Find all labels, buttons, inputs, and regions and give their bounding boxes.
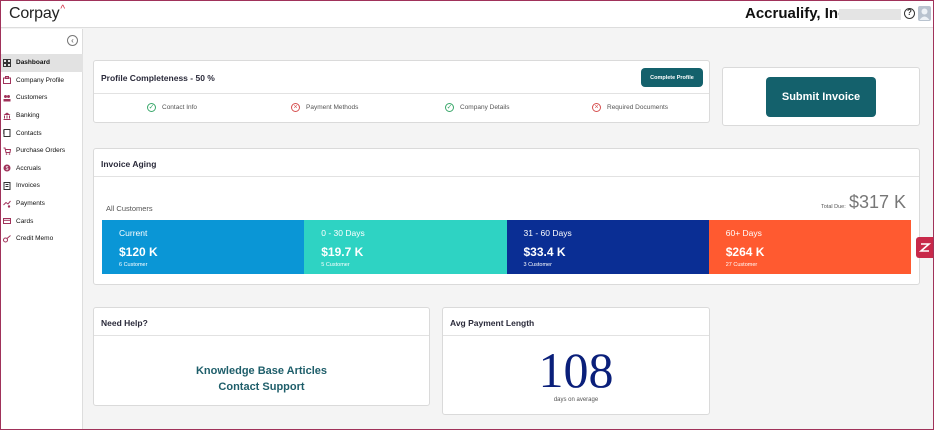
corpay-logo[interactable]: Corpay^ [9, 4, 65, 23]
aging-segment-count: 5 Customer [321, 262, 350, 268]
aging-segment-3[interactable]: 31 - 60 Days $33.4 K 3 Customer [506, 220, 709, 274]
sidebar-item-label: Dashboard [16, 59, 50, 67]
sidebar-item-purchase-orders[interactable]: Purchase Orders [1, 142, 83, 160]
sidebar-item-cards[interactable]: Cards [1, 212, 83, 230]
sidebar-item-invoices[interactable]: Invoices [1, 177, 83, 195]
top-header: Corpay^ Accrualify, Inc. ? [1, 1, 933, 28]
aging-segment-amount: $120 K [119, 245, 158, 259]
complete-profile-button[interactable]: Complete Profile [641, 68, 703, 87]
help-icon[interactable]: ? [904, 8, 915, 19]
sidebar-item-label: Payments [16, 200, 45, 208]
sidebar-item-label: Customers [16, 94, 48, 102]
help-divider [94, 335, 429, 336]
sidebar-item-company-profile[interactable]: Company Profile [1, 72, 83, 90]
aging-segment-1[interactable]: Current $120 K 6 Customer [102, 220, 305, 274]
customer-filter-label[interactable]: All Customers [106, 204, 153, 213]
avg-payment-caption: days on average [553, 397, 599, 403]
aging-segment-label: 60+ Days [725, 228, 762, 238]
check-circle-icon: ✓ [445, 103, 454, 112]
aging-segment-label: 0 - 30 Days [321, 228, 365, 238]
company-icon [3, 76, 11, 85]
sidebar-item-label: Invoices [16, 182, 40, 190]
x-circle-icon: × [592, 103, 601, 112]
aging-segment-amount: $264 K [725, 245, 765, 259]
aging-segment-amount: $19.7 K [321, 245, 364, 259]
contacts-icon [3, 129, 11, 138]
contact-support-link[interactable]: Contact Support [94, 381, 429, 393]
profile-completeness-card: Profile Completeness - 50 % Complete Pro… [93, 60, 710, 123]
total-due-value: $317 K [849, 192, 907, 212]
sidebar-item-label: Cards [16, 217, 34, 225]
customers-icon [3, 94, 11, 102]
status-company-details: ✓ Company Details [445, 103, 510, 112]
sidebar-item-customers[interactable]: Customers [1, 89, 83, 107]
avg-payment-card: Avg Payment Length 108 days on average [442, 307, 710, 415]
sidebar-item-dashboard[interactable]: Dashboard [1, 54, 83, 72]
svg-text:$: $ [6, 166, 9, 172]
status-label: Contact Info [162, 104, 198, 111]
dashboard-icon [3, 58, 11, 67]
feedback-tab-icon[interactable] [916, 237, 934, 258]
status-required-documents: × Required Documents [592, 103, 668, 112]
sidebar-item-payments[interactable]: Payments [1, 195, 83, 213]
status-payment-methods: × Payment Methods [291, 103, 358, 112]
aging-segment-count: 6 Customer [119, 262, 148, 268]
check-circle-icon: ✓ [147, 103, 156, 112]
sidebar-item-credit-memo[interactable]: Credit Memo [1, 230, 83, 248]
aging-segment-4[interactable]: 60+ Days $264 K 27 Customer [708, 220, 911, 274]
aging-segment-label: 31 - 60 Days [523, 228, 572, 238]
status-label: Required Documents [607, 104, 669, 111]
x-circle-icon: × [291, 103, 300, 112]
sidebar-item-banking[interactable]: Banking [1, 107, 83, 125]
aging-segment-2[interactable]: 0 - 30 Days $19.7 K 5 Customer [304, 220, 507, 274]
avg-payment-title: Avg Payment Length [450, 318, 535, 328]
sidebar-item-label: Banking [16, 112, 40, 120]
accruals-icon: $ [3, 164, 11, 172]
sidebar: ‹ Dashboard Company Profile Customers Banki… [1, 29, 83, 429]
sidebar-nav: Dashboard Company Profile Customers Banking… [1, 54, 83, 248]
profile-divider [94, 93, 709, 94]
sidebar-item-label: Purchase Orders [16, 147, 66, 155]
avatar[interactable] [918, 6, 931, 21]
purchase-orders-icon [3, 147, 11, 155]
aging-divider [94, 176, 919, 177]
sidebar-item-label: Accruals [16, 164, 41, 172]
aging-segment-amount: $33.4 K [523, 245, 566, 259]
sidebar-item-contacts[interactable]: Contacts [1, 124, 83, 142]
company-name: Accrualify, Inc. [745, 5, 851, 22]
credit-memo-icon [3, 234, 11, 243]
avg-payment-value: 108 [538, 342, 614, 398]
knowledge-base-link[interactable]: Knowledge Base Articles [94, 365, 429, 377]
need-help-card: Need Help? Knowledge Base Articles Conta… [93, 307, 430, 406]
collapse-sidebar-icon[interactable]: ‹ [67, 35, 78, 46]
sidebar-item-label: Company Profile [16, 76, 65, 84]
status-label: Company Details [460, 104, 510, 111]
payments-icon [3, 200, 11, 208]
submit-invoice-button[interactable]: Submit Invoice [766, 77, 876, 117]
invoice-aging-title: Invoice Aging [101, 159, 157, 169]
sidebar-item-label: Contacts [16, 129, 42, 137]
bank-icon [3, 112, 11, 120]
status-contact-info: ✓ Contact Info [147, 103, 197, 112]
redacted-user-name [839, 9, 901, 20]
invoices-icon [3, 181, 11, 190]
total-due-label: Total Due: [821, 204, 846, 210]
sidebar-item-accruals[interactable]: $ Accruals [1, 160, 83, 178]
aging-segment-count: 3 Customer [523, 262, 552, 268]
aging-segment-label: Current [119, 228, 148, 238]
aging-segment-count: 27 Customer [725, 262, 758, 268]
status-label: Payment Methods [306, 104, 359, 111]
cards-icon [3, 217, 11, 225]
avg-payment-divider [443, 335, 709, 336]
profile-completeness-title: Profile Completeness - 50 % [101, 73, 215, 83]
sidebar-item-label: Credit Memo [16, 235, 54, 243]
need-help-title: Need Help? [101, 318, 148, 328]
submit-invoice-card: Submit Invoice [722, 67, 920, 126]
